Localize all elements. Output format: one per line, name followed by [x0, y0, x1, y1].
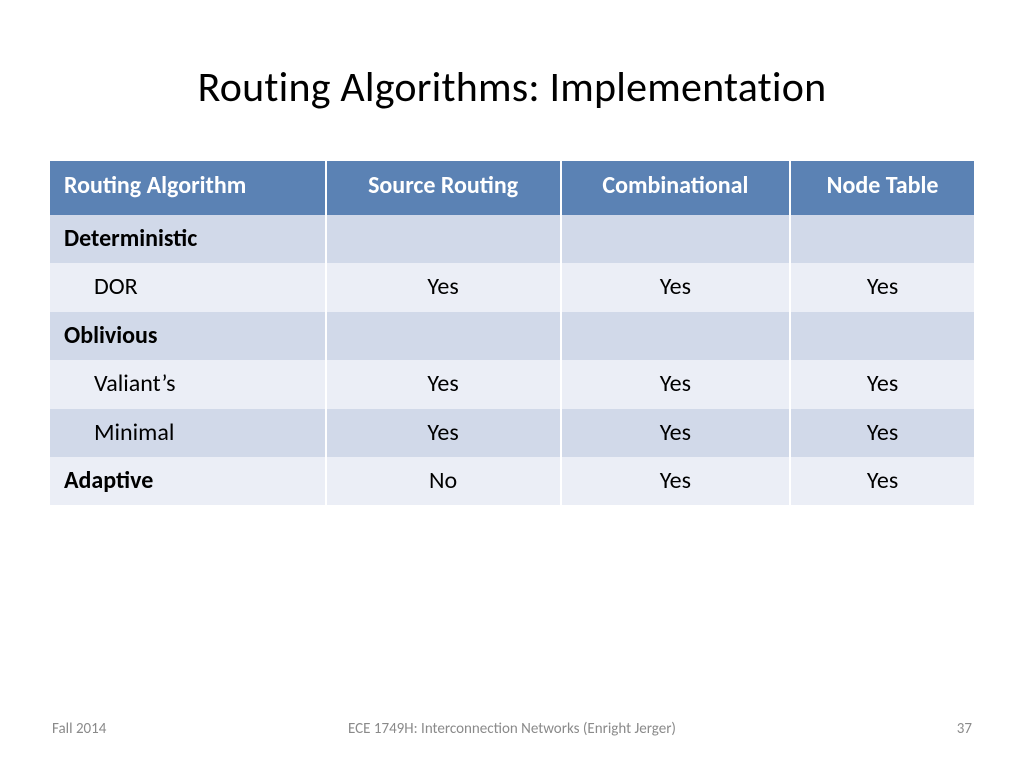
- table-header-row: Routing Algorithm Source Routing Combina…: [50, 161, 974, 215]
- slide: Routing Algorithms: Implementation Routi…: [0, 0, 1024, 768]
- cell-value: Yes: [790, 457, 974, 505]
- cell-label: DOR: [50, 263, 326, 311]
- slide-footer: Fall 2014 ECE 1749H: Interconnection Net…: [0, 720, 1024, 738]
- cell-value: Yes: [790, 263, 974, 311]
- col-header-combinational: Combinational: [561, 161, 791, 215]
- table-row: Adaptive No Yes Yes: [50, 457, 974, 505]
- cell-value: Yes: [326, 263, 561, 311]
- table-row: Oblivious: [50, 312, 974, 360]
- footer-left: Fall 2014: [52, 720, 106, 738]
- cell-value: [790, 312, 974, 360]
- cell-label: Deterministic: [50, 215, 326, 263]
- cell-label: Oblivious: [50, 312, 326, 360]
- cell-value: No: [326, 457, 561, 505]
- cell-value: [790, 215, 974, 263]
- cell-label: Adaptive: [50, 457, 326, 505]
- col-header-node-table: Node Table: [790, 161, 974, 215]
- col-header-source-routing: Source Routing: [326, 161, 561, 215]
- cell-value: [561, 312, 791, 360]
- col-header-algorithm: Routing Algorithm: [50, 161, 326, 215]
- table-row: DOR Yes Yes Yes: [50, 263, 974, 311]
- cell-value: [561, 215, 791, 263]
- cell-value: Yes: [326, 409, 561, 457]
- cell-value: Yes: [790, 409, 974, 457]
- footer-page-number: 37: [957, 720, 972, 738]
- routing-table: Routing Algorithm Source Routing Combina…: [50, 161, 974, 505]
- cell-label: Valiant’s: [50, 360, 326, 408]
- footer-center: ECE 1749H: Interconnection Networks (Enr…: [348, 720, 676, 738]
- cell-value: Yes: [790, 360, 974, 408]
- table-row: Minimal Yes Yes Yes: [50, 409, 974, 457]
- cell-value: Yes: [561, 360, 791, 408]
- cell-value: Yes: [561, 263, 791, 311]
- cell-value: [326, 312, 561, 360]
- cell-value: [326, 215, 561, 263]
- cell-value: Yes: [561, 409, 791, 457]
- cell-value: Yes: [561, 457, 791, 505]
- cell-value: Yes: [326, 360, 561, 408]
- slide-title: Routing Algorithms: Implementation: [50, 62, 974, 113]
- table-row: Deterministic: [50, 215, 974, 263]
- table-row: Valiant’s Yes Yes Yes: [50, 360, 974, 408]
- cell-label: Minimal: [50, 409, 326, 457]
